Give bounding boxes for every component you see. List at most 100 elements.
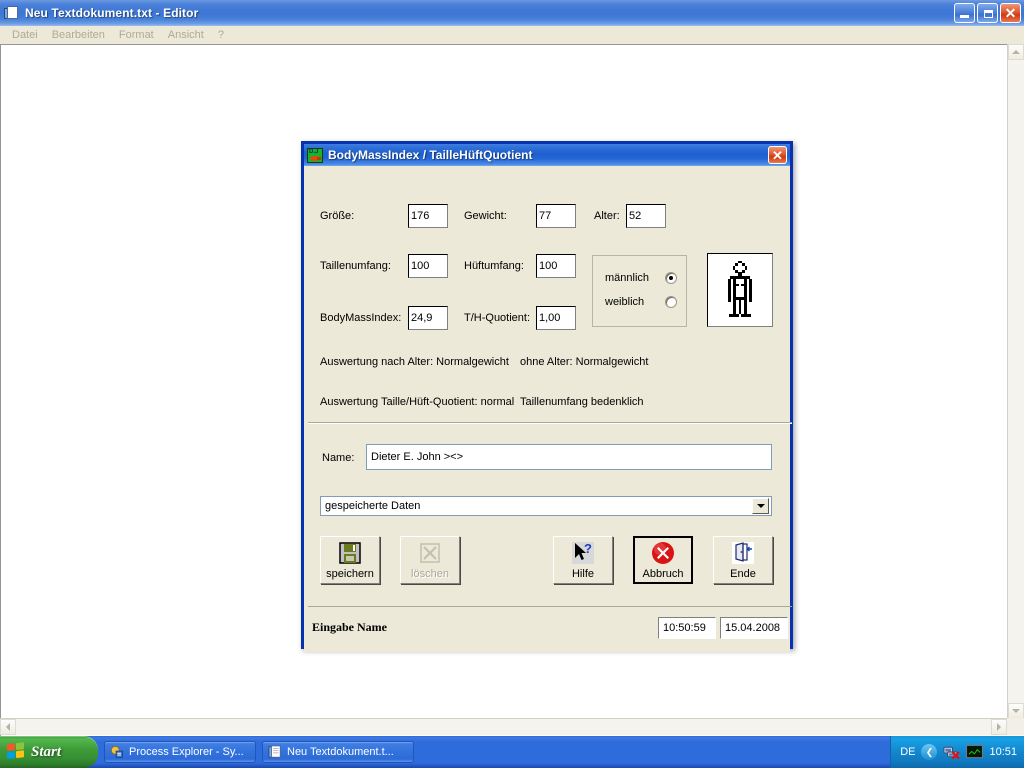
exit-door-icon — [731, 541, 755, 565]
person-figure-icon — [728, 261, 752, 317]
chevron-left-icon — [6, 723, 10, 731]
bodymassindex-label: BodyMassIndex: — [320, 312, 402, 324]
abbruch-button[interactable]: Abbruch — [633, 536, 693, 584]
ende-button[interactable]: Ende — [713, 536, 773, 584]
close-icon: ✕ — [772, 147, 783, 163]
loeschen-button: löschen — [400, 536, 460, 584]
groesse-label: Größe: — [320, 210, 355, 222]
result-noage-label: ohne Alter: Normalgewicht — [520, 356, 649, 368]
notepad-icon — [268, 745, 281, 758]
hueftumfang-input[interactable]: 100 — [536, 254, 576, 278]
scroll-right-button[interactable] — [991, 719, 1007, 735]
minimize-button[interactable] — [954, 3, 975, 23]
dialog-body: Größe: 176 Gewicht: 77 Alter: 52 Taillen… — [304, 166, 792, 652]
gender-label-maennlich: männlich — [605, 272, 650, 284]
monitor-icon[interactable] — [966, 745, 984, 759]
floppy-disk-icon — [338, 541, 362, 565]
name-label: Name: — [322, 452, 355, 464]
result-whr-label: Auswertung Taille/Hüft-Quotient: normal — [320, 396, 515, 408]
chevron-down-icon — [1012, 709, 1020, 713]
menu-hilfe[interactable]: ? — [211, 28, 231, 42]
notepad-titlebar[interactable]: Neu Textdokument.txt - Editor ✕ — [0, 0, 1024, 26]
hilfe-label: Hilfe — [571, 568, 594, 580]
thquotient-label: T/H-Quotient: — [464, 312, 531, 324]
gender-option-maennlich[interactable]: männlich — [605, 272, 677, 284]
radio-button-maennlich[interactable] — [665, 272, 677, 284]
hilfe-button[interactable]: ? Hilfe — [553, 536, 613, 584]
dialog-titlebar[interactable]: D.J BodyMassIndex / TailleHüftQuotient ✕ — [304, 144, 790, 166]
gender-option-weiblich[interactable]: weiblich — [605, 296, 677, 308]
menu-ansicht[interactable]: Ansicht — [161, 28, 211, 42]
vertical-scrollbar[interactable] — [1007, 44, 1024, 719]
alter-input[interactable]: 52 — [626, 204, 666, 228]
radio-button-weiblich[interactable] — [665, 296, 677, 308]
horizontal-scrollbar[interactable] — [0, 718, 1007, 735]
ende-label: Ende — [730, 568, 756, 580]
notepad-window-buttons: ✕ — [954, 3, 1024, 23]
chevron-right-icon — [997, 723, 1001, 731]
dialog-close-button[interactable]: ✕ — [768, 146, 787, 164]
taillenumfang-input[interactable]: 100 — [408, 254, 448, 278]
groesse-input[interactable]: 176 — [408, 204, 448, 228]
notepad-title-text: Neu Textdokument.txt - Editor — [25, 6, 199, 20]
scroll-left-button[interactable] — [0, 719, 16, 735]
notepad-menubar: Datei Bearbeiten Format Ansicht ? — [0, 26, 1024, 44]
speichern-label: speichern — [326, 568, 374, 580]
taskbar-item-process-explorer[interactable]: Process Explorer - Sy... — [104, 741, 256, 763]
network-disconnected-icon[interactable] — [943, 744, 961, 760]
alter-label: Alter: — [594, 210, 620, 222]
hueftumfang-label: Hüftumfang: — [464, 260, 524, 272]
close-button[interactable]: ✕ — [1000, 3, 1021, 23]
saved-data-combobox[interactable]: gespeicherte Daten — [320, 496, 772, 516]
status-time: 10:50:59 — [658, 616, 716, 639]
gender-groupbox: männlich weiblich — [592, 255, 687, 327]
taskbar-item-label: Neu Textdokument.t... — [287, 746, 394, 758]
status-date: 15.04.2008 — [720, 616, 788, 639]
notepad-icon — [4, 5, 20, 21]
start-button[interactable]: Start — [0, 736, 98, 768]
chevron-left-icon[interactable]: ❮ — [921, 744, 938, 760]
gewicht-input[interactable]: 77 — [536, 204, 576, 228]
gender-label-weiblich: weiblich — [605, 296, 645, 308]
delete-x-icon — [418, 541, 442, 565]
speichern-button[interactable]: speichern — [320, 536, 380, 584]
scrollbar-corner — [1007, 718, 1024, 735]
status-message: Eingabe Name — [312, 620, 387, 634]
dialog-title: BodyMassIndex / TailleHüftQuotient — [328, 148, 533, 162]
menu-datei[interactable]: Datei — [5, 28, 45, 42]
start-label: Start — [31, 743, 62, 760]
process-explorer-icon — [110, 745, 123, 758]
chevron-up-icon — [1012, 50, 1020, 54]
gewicht-label: Gewicht: — [464, 210, 507, 222]
dialog-statusbar: Eingabe Name 10:50:59 15.04.2008 — [308, 606, 792, 648]
thquotient-output: 1,00 — [536, 306, 576, 330]
taskbar: Start Process Explorer - Sy... Neu Textd… — [0, 736, 1024, 768]
taillenumfang-label: Taillenumfang: — [320, 260, 391, 272]
restore-button[interactable] — [977, 3, 998, 23]
scroll-up-button[interactable] — [1008, 44, 1024, 60]
loeschen-label: löschen — [411, 568, 449, 580]
help-cursor-icon: ? — [571, 541, 595, 565]
menu-format[interactable]: Format — [112, 28, 161, 42]
close-icon: ✕ — [1004, 4, 1017, 21]
result-waist-label: Taillenumfang bedenklich — [520, 396, 644, 408]
taskbar-item-notepad[interactable]: Neu Textdokument.t... — [262, 741, 414, 763]
taskbar-clock[interactable]: 10:51 — [989, 746, 1017, 758]
language-indicator[interactable]: DE — [900, 746, 915, 758]
system-tray: DE ❮ 10:51 — [890, 736, 1024, 768]
windows-logo-icon — [7, 742, 26, 762]
cancel-circle-icon — [651, 541, 675, 565]
bmi-dialog: D.J BodyMassIndex / TailleHüftQuotient ✕… — [301, 141, 793, 652]
abbruch-label: Abbruch — [642, 568, 684, 580]
app-icon: D.J — [307, 147, 323, 163]
name-input[interactable]: Dieter E. John ><> — [366, 444, 772, 470]
chevron-down-icon[interactable] — [752, 498, 769, 514]
bodymassindex-output: 24,9 — [408, 306, 448, 330]
scroll-down-button[interactable] — [1008, 703, 1024, 719]
separator-upper — [308, 422, 792, 424]
menu-bearbeiten[interactable]: Bearbeiten — [45, 28, 112, 42]
result-age-label: Auswertung nach Alter: Normalgewicht — [320, 356, 509, 368]
svg-text:?: ? — [584, 541, 592, 556]
figure-preview-box — [707, 253, 773, 327]
combobox-value: gespeicherte Daten — [325, 500, 421, 512]
